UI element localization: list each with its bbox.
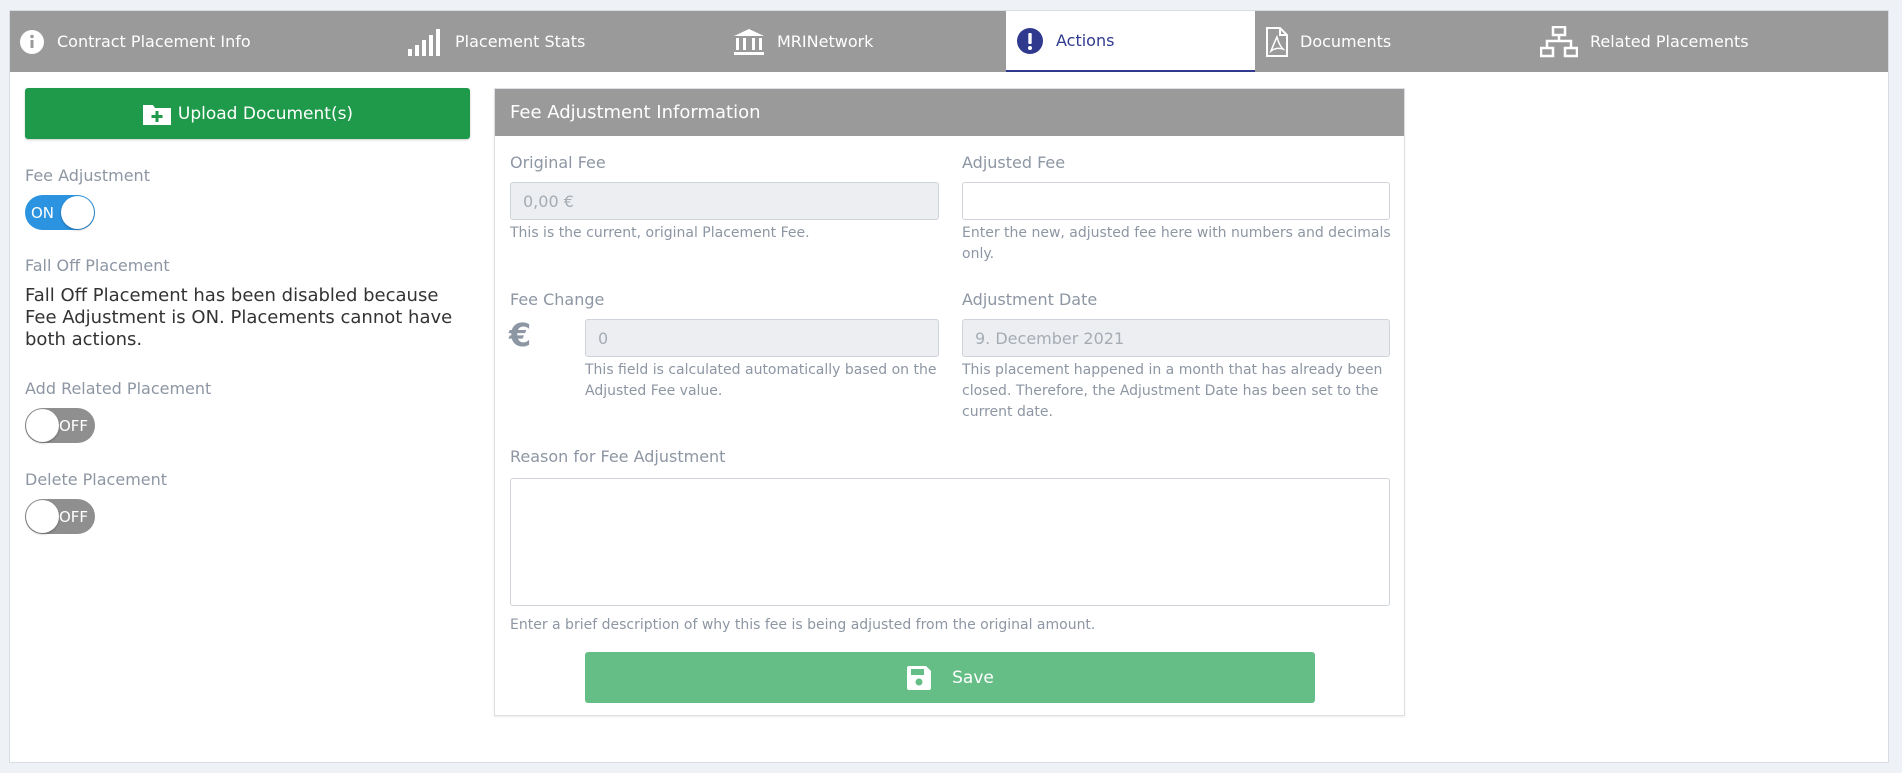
tab-contract-placement-info[interactable]: Contract Placement Info	[19, 11, 251, 72]
tab-bar: Contract Placement Info Placement Stats …	[10, 11, 1888, 72]
original-fee-help: This is the current, original Placement …	[510, 225, 810, 241]
floppy-disk-icon	[906, 665, 932, 691]
save-button[interactable]: Save	[585, 652, 1315, 703]
bank-icon	[733, 28, 765, 56]
toggle-knob	[26, 500, 59, 533]
fee-change-input: 0	[585, 319, 939, 357]
info-circle-icon	[19, 29, 45, 55]
toggle-state: OFF	[59, 416, 89, 435]
tab-label: Related Placements	[1590, 32, 1749, 51]
folder-plus-icon	[142, 102, 172, 126]
fee-change-label: Fee Change	[510, 290, 605, 309]
reason-label: Reason for Fee Adjustment	[510, 447, 726, 466]
card-title: Fee Adjustment Information	[495, 89, 1404, 136]
adjustment-date-input: 9. December 2021	[962, 319, 1390, 357]
delete-placement-label: Delete Placement	[25, 470, 168, 489]
tab-label: MRINetwork	[777, 32, 874, 51]
fee-change-help: This field is calculated automatically b…	[585, 362, 937, 399]
tab-related-placements[interactable]: Related Placements	[1540, 11, 1749, 72]
tab-placement-stats[interactable]: Placement Stats	[407, 11, 585, 72]
toggle-state: ON	[31, 203, 55, 222]
upload-documents-button[interactable]: Upload Document(s)	[25, 88, 470, 139]
fee-adjustment-toggle[interactable]: ON	[25, 195, 95, 230]
tab-label: Actions	[1056, 31, 1115, 50]
bar-chart-icon	[407, 28, 443, 56]
original-fee-label: Original Fee	[510, 153, 606, 172]
upload-documents-label: Upload Document(s)	[177, 103, 354, 124]
adjusted-fee-help: Enter the new, adjusted fee here with nu…	[962, 225, 1391, 262]
fall-off-disabled-message: Fall Off Placement has been disabled bec…	[25, 285, 453, 350]
toggle-knob	[26, 409, 59, 442]
add-related-placement-label: Add Related Placement	[25, 379, 212, 398]
adjustment-date-help: This placement happened in a month that …	[962, 362, 1383, 420]
euro-icon: €	[509, 316, 532, 354]
delete-placement-toggle[interactable]: OFF	[25, 499, 95, 534]
exclamation-circle-icon	[1016, 27, 1044, 55]
tab-mrinetwork[interactable]: MRINetwork	[733, 11, 873, 72]
tab-actions[interactable]: Actions	[1006, 11, 1255, 72]
add-related-placement-toggle[interactable]: OFF	[25, 408, 95, 443]
reason-textarea[interactable]	[510, 478, 1390, 606]
reason-help: Enter a brief description of why this fe…	[510, 617, 1096, 633]
tab-label: Placement Stats	[455, 32, 586, 51]
save-label: Save	[952, 667, 994, 688]
adjusted-fee-label: Adjusted Fee	[962, 153, 1066, 172]
pdf-file-icon	[1266, 26, 1288, 57]
adjustment-date-label: Adjustment Date	[962, 290, 1098, 309]
tab-label: Contract Placement Info	[57, 32, 251, 51]
tab-documents[interactable]: Documents	[1266, 11, 1391, 72]
sitemap-icon	[1540, 25, 1578, 58]
toggle-knob	[61, 196, 94, 229]
fee-adjustment-label: Fee Adjustment	[25, 166, 150, 185]
fee-adjustment-card: Fee Adjustment Information Original Fee …	[494, 88, 1405, 716]
original-fee-input: 0,00 €	[510, 182, 939, 220]
toggle-state: OFF	[59, 507, 89, 526]
main-panel: Contract Placement Info Placement Stats …	[9, 10, 1889, 763]
tab-label: Documents	[1300, 32, 1392, 51]
adjusted-fee-input[interactable]	[962, 182, 1390, 220]
fall-off-placement-label: Fall Off Placement	[25, 256, 170, 275]
